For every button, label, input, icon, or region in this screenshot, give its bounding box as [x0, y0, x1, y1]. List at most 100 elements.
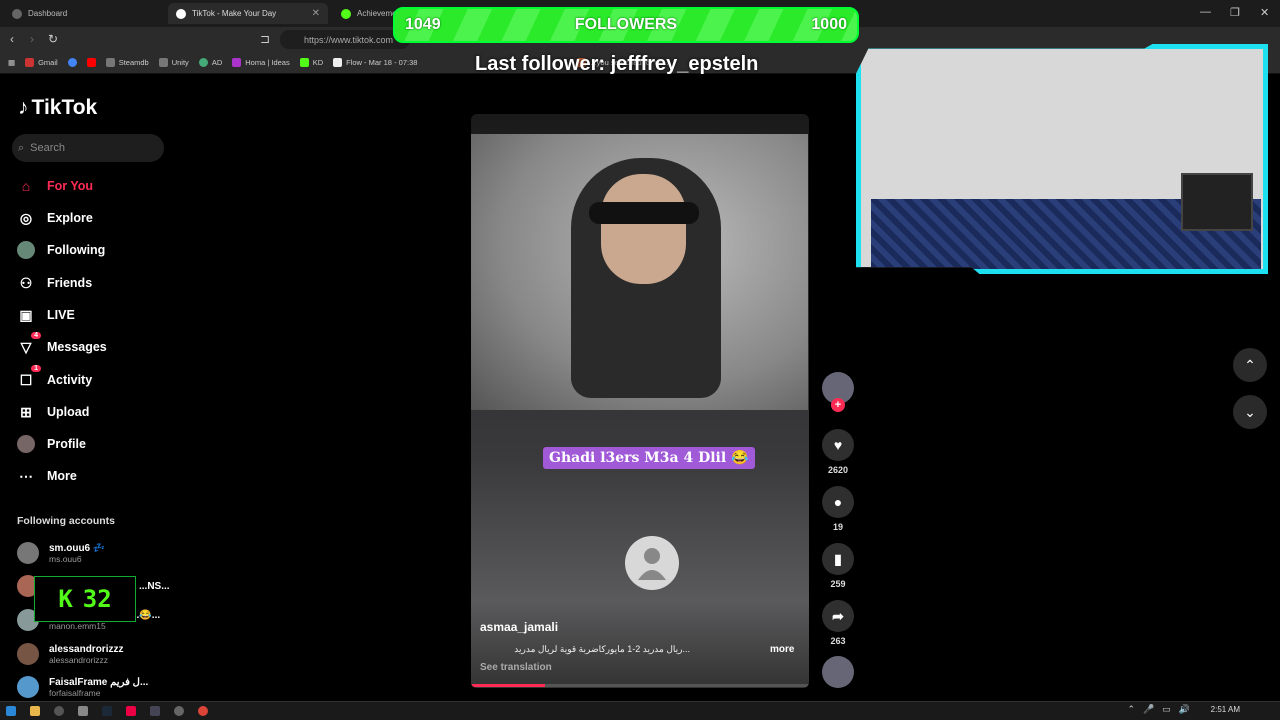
sidebar-item-profile[interactable]: Profile [17, 433, 86, 455]
activity-icon: ☐ 1 [17, 365, 41, 389]
clock[interactable]: 2:51 AM [1211, 705, 1240, 714]
upload-icon: ⊞ [20, 403, 32, 420]
sidebar-item-live[interactable]: ▣ LIVE [17, 304, 74, 326]
reload-icon[interactable]: ↻ [48, 32, 58, 46]
forward-icon[interactable]: › [30, 32, 34, 46]
friends-icon: ⚇ [19, 274, 33, 291]
sidebar-item-friends[interactable]: ⚇ Friends [17, 272, 92, 294]
file-explorer-icon[interactable] [30, 706, 40, 716]
sidebar-item-for-you[interactable]: ⌂ For You [17, 175, 93, 197]
sidebar-item-upload[interactable]: ⊞ Upload [17, 401, 89, 423]
previous-video-button[interactable]: ⌃ [1233, 348, 1267, 382]
bookmark-youtube[interactable] [86, 58, 96, 67]
bookmark-steamdb[interactable]: Steamdb [105, 58, 149, 67]
compass-icon: ◎ [19, 209, 33, 226]
steam-icon[interactable] [102, 706, 112, 716]
network-icon[interactable]: ▭ [1162, 704, 1171, 715]
followers-label: FOLLOWERS [574, 16, 678, 33]
avatar [17, 676, 39, 698]
account-item[interactable]: sm.ouu6 💤 ms.ouu6 [17, 539, 105, 567]
followers-goal-bar: 1049 FOLLOWERS 1000 [393, 7, 859, 43]
sidebar-item-more[interactable]: ⋯ More [17, 465, 77, 487]
brave-icon[interactable] [126, 706, 136, 716]
bookmark-unity[interactable]: Unity [158, 58, 189, 67]
chevron-up-icon: ⌃ [1244, 356, 1256, 373]
like-button[interactable]: ♥ 2620 [820, 429, 856, 475]
bookmark-kd[interactable]: KD [299, 58, 323, 67]
author-avatar-button[interactable]: + [820, 372, 856, 412]
chevron-up-icon[interactable]: ⌃ [1128, 704, 1136, 715]
taskbar [0, 701, 1280, 720]
tab-achievements[interactable]: Achieveme... [333, 3, 403, 24]
restore-icon[interactable]: ❐ [1230, 6, 1240, 19]
comment-button[interactable]: ● 19 [820, 486, 856, 532]
bookmark-homa[interactable]: Homa | Ideas [232, 58, 290, 67]
tiktok-logo[interactable]: ♪ TikTok [18, 96, 97, 120]
see-translation-link[interactable]: See translation [480, 662, 552, 673]
tab-dashboard[interactable]: Dashboard [4, 3, 162, 24]
avatar [17, 542, 39, 564]
user-placeholder-icon [625, 536, 679, 590]
bookmark-ad[interactable]: AD [198, 58, 222, 67]
save-button[interactable]: ▮ 259 [820, 543, 856, 589]
system-tray: ⌃ 🎤 ▭ 🔊 [1128, 704, 1191, 715]
video-progress-bar[interactable] [471, 684, 809, 687]
app-icon[interactable] [78, 706, 88, 716]
tiktok-icon [176, 8, 186, 19]
share-icon: ➦ [822, 600, 854, 632]
video-player[interactable]: Ghadi l3ers M3a 4 Dlil 😂 asmaa_jamali ..… [471, 114, 809, 688]
chevron-down-icon: ⌄ [1244, 403, 1256, 420]
kick-icon [341, 8, 351, 19]
minimize-icon[interactable]: — [1200, 6, 1211, 18]
share-button[interactable]: ➦ 263 [820, 600, 856, 646]
tab-tiktok[interactable]: TikTok - Make Your Day ✕ [168, 3, 328, 24]
followers-goal: 1000 [811, 16, 847, 33]
bookmark-google[interactable] [67, 58, 77, 67]
bookmark-flow[interactable]: Flow - Mar 18 - 07:38 [333, 58, 417, 67]
heart-icon: ♥ [822, 429, 854, 461]
person-face [601, 174, 686, 284]
start-icon[interactable] [6, 706, 16, 716]
back-icon[interactable]: ‹ [10, 32, 14, 46]
bookmark-icon[interactable]: ⊐ [260, 32, 270, 46]
avatar [17, 643, 39, 665]
activity-badge: 1 [31, 365, 41, 372]
profile-icon [17, 435, 35, 453]
music-disc-icon [822, 656, 854, 688]
url-field[interactable]: https://www.tiktok.com [280, 30, 410, 49]
sidebar-item-explore[interactable]: ◎ Explore [17, 207, 93, 229]
settings-icon[interactable] [54, 706, 64, 716]
sidebar-item-activity[interactable]: ☐ 1 Activity [17, 365, 92, 391]
mic-icon[interactable]: 🎤 [1143, 704, 1154, 715]
sidebar-item-messages[interactable]: ▽ 4 Messages [17, 332, 107, 358]
close-icon[interactable]: ✕ [312, 8, 320, 19]
followers-count: 1049 [405, 16, 441, 33]
live-icon: ▣ [19, 306, 33, 323]
account-item[interactable]: FaisalFrame ل فريم... forfaisalframe [17, 673, 148, 701]
music-disc-button[interactable] [820, 656, 856, 688]
window-close-icon[interactable]: ✕ [1260, 6, 1269, 19]
sunglasses [589, 202, 699, 224]
video-frame [471, 134, 808, 410]
tiktok-note-icon: ♪ [18, 96, 29, 119]
kick-counter-overlay: K 32 [34, 576, 136, 622]
video-progress-fill [471, 684, 546, 687]
obs-icon[interactable] [174, 706, 184, 716]
messages-icon: ▽ 4 [17, 332, 41, 356]
app-icon[interactable] [150, 706, 160, 716]
webcam-overlay [856, 44, 1268, 274]
search-input[interactable]: ⌕ Search [12, 134, 164, 162]
globe-icon [12, 8, 22, 19]
account-item[interactable]: alessandrorizzz alessandrorizzz [17, 640, 123, 668]
video-author[interactable]: asmaa_jamali [480, 620, 558, 634]
more-button[interactable]: more [770, 644, 794, 655]
volume-icon[interactable]: 🔊 [1179, 704, 1190, 715]
sidebar-item-following[interactable]: Following [17, 239, 105, 261]
search-icon: ⌕ [18, 141, 25, 154]
apps-icon[interactable]: ▦ [8, 58, 15, 67]
chrome-icon[interactable] [198, 706, 208, 716]
bookmark-gmail[interactable]: Gmail [25, 58, 58, 67]
kick-logo-icon: K [58, 585, 73, 613]
follow-plus-icon[interactable]: + [831, 398, 845, 412]
next-video-button[interactable]: ⌄ [1233, 395, 1267, 429]
